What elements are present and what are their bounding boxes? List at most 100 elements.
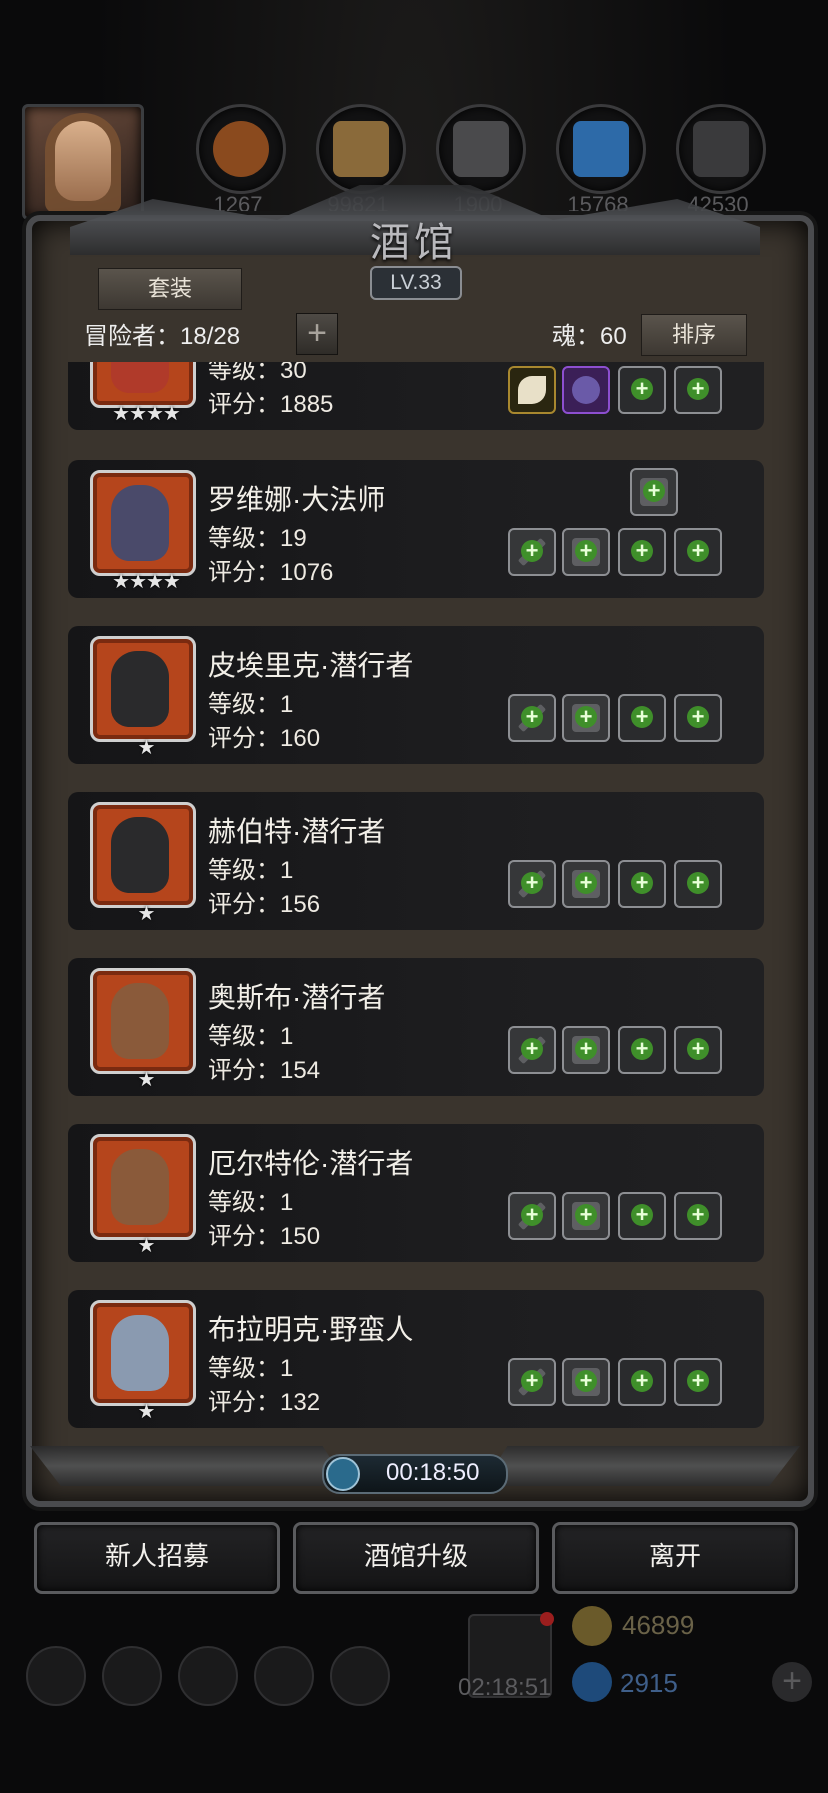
equip-slot-plus-icon[interactable]: + xyxy=(674,366,722,414)
resource-stone-icon[interactable] xyxy=(676,104,766,194)
equip-slot-plus-icon[interactable]: + xyxy=(618,860,666,908)
hero-portrait: ★ xyxy=(90,1134,196,1257)
add-slot-button[interactable]: + xyxy=(296,313,338,355)
hero-score: 评分：156 xyxy=(208,891,321,918)
hero-portrait: ★ xyxy=(90,1300,196,1423)
hero-card[interactable]: ★ 皮埃里克·潜行者 等级：1 评分：160 + + + + xyxy=(68,626,764,764)
hero-name: 布拉明克·野蛮人 xyxy=(208,1314,414,1345)
gold-coin-icon xyxy=(572,1606,612,1646)
shield-menu-icon[interactable] xyxy=(330,1646,390,1706)
hero-card[interactable]: ★★★★ 等级：30 评分：1885 + + xyxy=(68,362,764,430)
weapon-slot-icon[interactable]: + xyxy=(508,860,556,908)
armor-slot-icon[interactable]: + xyxy=(562,1192,610,1240)
soul-count: 魂：60 xyxy=(552,323,627,350)
set-button[interactable]: 套装 xyxy=(98,268,242,310)
equip-slot-plus-icon[interactable]: + xyxy=(674,860,722,908)
equip-slot-plus-icon[interactable]: + xyxy=(674,1192,722,1240)
hero-menu-icon[interactable] xyxy=(102,1646,162,1706)
hero-card[interactable]: ★ 厄尔特伦·潜行者 等级：1 评分：150 + + + + xyxy=(68,1124,764,1262)
hero-level: 等级：1 xyxy=(208,691,294,718)
hero-card[interactable]: ★★★★ 罗维娜·大法师 等级：19 评分：1076 + + + + + xyxy=(68,460,764,598)
equip-slot-plus-icon[interactable]: + xyxy=(674,1026,722,1074)
panel-title: 酒馆 xyxy=(370,220,458,266)
hero-level: 等级：19 xyxy=(208,525,307,552)
weapon-slot-icon[interactable]: + xyxy=(508,528,556,576)
hero-stars: ★ xyxy=(137,903,156,925)
weapon-slot-icon[interactable]: + xyxy=(508,1026,556,1074)
avatar-face xyxy=(55,121,111,201)
resource-food-icon[interactable] xyxy=(196,104,286,194)
hero-level: 等级：1 xyxy=(208,1023,294,1050)
tavern-upgrade-button[interactable]: 酒馆升级 xyxy=(293,1522,539,1594)
equip-slot-plus-icon[interactable]: + xyxy=(618,528,666,576)
equip-slot-plus-icon[interactable]: + xyxy=(674,528,722,576)
hero-head xyxy=(111,1315,169,1391)
hero-portrait: ★ xyxy=(90,802,196,925)
hero-list[interactable]: ★★★★ 等级：30 评分：1885 + + ★★★★ 罗维娜·大法师 等级：1… xyxy=(56,362,774,1430)
notification-dot xyxy=(540,1612,554,1626)
armor-slot-icon[interactable]: + xyxy=(562,1026,610,1074)
refresh-timer-value: 00:18:50 xyxy=(386,1459,480,1486)
equip-slot-plus-icon[interactable]: + xyxy=(618,694,666,742)
equip-slot-plus-icon[interactable]: + xyxy=(674,694,722,742)
hero-head xyxy=(111,1149,169,1225)
hero-name: 奥斯布·潜行者 xyxy=(208,982,386,1013)
hero-head xyxy=(111,651,169,727)
equip-slot-plus-icon[interactable]: + xyxy=(618,1192,666,1240)
equip-slot-plus-icon[interactable]: + xyxy=(674,1358,722,1406)
hero-stars: ★★★★ xyxy=(112,571,181,593)
equip-slot-plus-icon[interactable]: + xyxy=(618,366,666,414)
gem-amount: 2915 xyxy=(620,1668,678,1698)
hero-name: 厄尔特伦·潜行者 xyxy=(208,1148,414,1179)
hero-stars: ★★★★ xyxy=(112,403,181,425)
resource-crystal-icon[interactable] xyxy=(556,104,646,194)
equipped-helmet-icon[interactable] xyxy=(562,366,610,414)
armor-slot-icon[interactable]: + xyxy=(562,860,610,908)
hero-score: 评分：132 xyxy=(208,1389,321,1416)
hero-level: 等级：30 xyxy=(208,362,307,384)
weapon-slot-icon[interactable]: + xyxy=(508,694,556,742)
hero-stars: ★ xyxy=(137,737,156,759)
leave-button[interactable]: 离开 xyxy=(552,1522,798,1594)
sort-button[interactable]: 排序 xyxy=(641,314,747,356)
hero-name: 罗维娜·大法师 xyxy=(208,484,386,515)
hero-score: 评分：150 xyxy=(208,1223,321,1250)
tavern-menu-icon[interactable] xyxy=(178,1646,238,1706)
hero-name: 皮埃里克·潜行者 xyxy=(208,650,414,681)
adventurer-count: 冒险者：18/28 xyxy=(84,323,241,350)
mail-icon[interactable] xyxy=(254,1646,314,1706)
equipped-weapon-icon[interactable] xyxy=(508,366,556,414)
equip-slot-plus-icon[interactable]: + xyxy=(618,1358,666,1406)
hero-head xyxy=(111,817,169,893)
hero-portrait: ★★★★ xyxy=(90,362,196,425)
hero-level: 等级：1 xyxy=(208,857,294,884)
hero-level: 等级：1 xyxy=(208,1189,294,1216)
weapon-slot-icon[interactable]: + xyxy=(508,1192,556,1240)
recruit-button[interactable]: 新人招募 xyxy=(34,1522,280,1594)
add-gems-button[interactable]: + xyxy=(772,1662,812,1702)
gift-timer: 02:18:51 xyxy=(458,1674,552,1701)
accessory-slot-icon[interactable]: + xyxy=(630,468,678,516)
armor-slot-icon[interactable]: + xyxy=(562,694,610,742)
player-avatar[interactable] xyxy=(22,104,144,220)
hero-stars: ★ xyxy=(137,1069,156,1091)
hero-portrait: ★★★★ xyxy=(90,470,196,593)
resource-wood-icon[interactable] xyxy=(316,104,406,194)
settings-gear-icon[interactable] xyxy=(26,1646,86,1706)
armor-slot-icon[interactable]: + xyxy=(562,528,610,576)
gold-amount: 46899 xyxy=(622,1610,695,1640)
hero-portrait: ★ xyxy=(90,968,196,1091)
hero-head xyxy=(111,485,169,561)
resource-iron-icon[interactable] xyxy=(436,104,526,194)
hero-name: 赫伯特·潜行者 xyxy=(208,816,386,847)
weapon-slot-icon[interactable]: + xyxy=(508,1358,556,1406)
hero-card[interactable]: ★ 奥斯布·潜行者 等级：1 评分：154 + + + + xyxy=(68,958,764,1096)
hero-score: 评分：154 xyxy=(208,1057,321,1084)
hero-card[interactable]: ★ 布拉明克·野蛮人 等级：1 评分：132 + + + + xyxy=(68,1290,764,1428)
refresh-timer: 00:18:50 xyxy=(322,1454,508,1494)
equip-slot-plus-icon[interactable]: + xyxy=(618,1026,666,1074)
hero-card[interactable]: ★ 赫伯特·潜行者 等级：1 评分：156 + + + + xyxy=(68,792,764,930)
hero-head xyxy=(111,983,169,1059)
hero-stars: ★ xyxy=(137,1401,156,1423)
armor-slot-icon[interactable]: + xyxy=(562,1358,610,1406)
